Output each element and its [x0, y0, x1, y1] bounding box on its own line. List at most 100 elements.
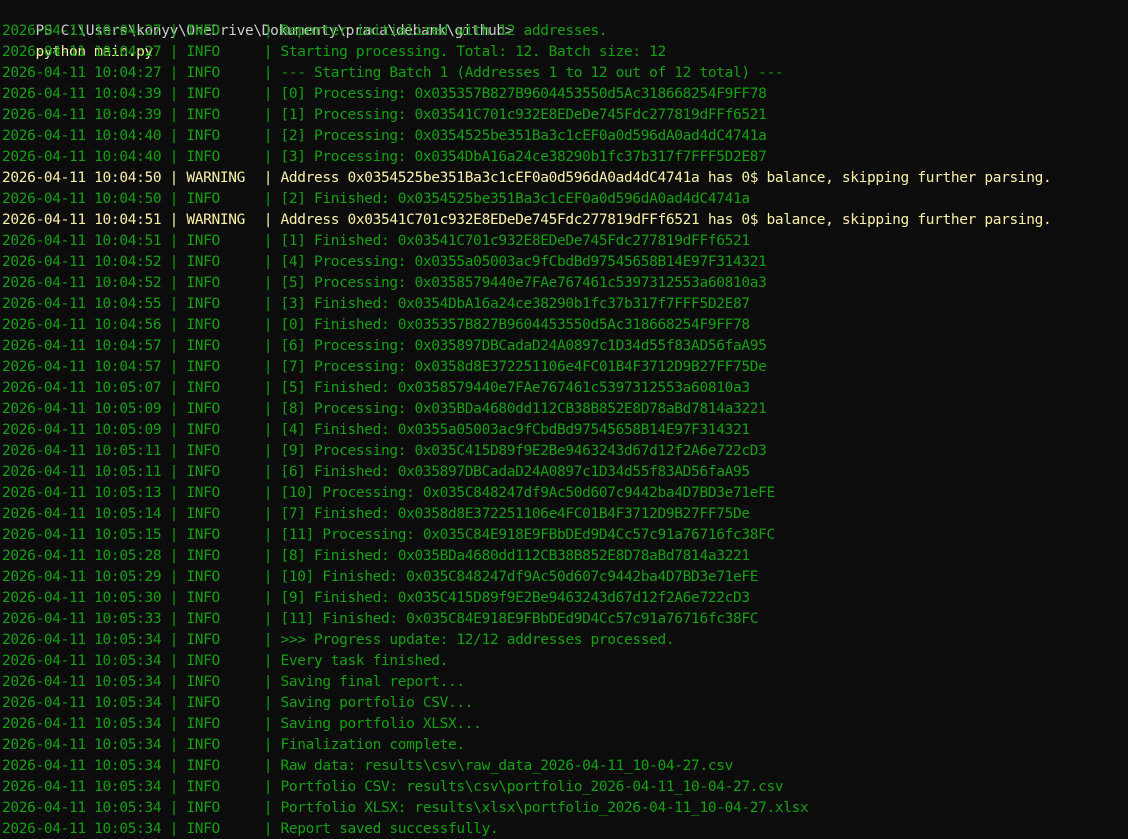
- log-message: [9] Processing: 0x035C415D89f9E2Be946324…: [280, 443, 767, 459]
- log-message: [2] Finished: 0x0354525be351Ba3c1cEF0a0d…: [280, 191, 750, 207]
- log-separator: |: [161, 254, 187, 270]
- log-line-info: 2026-04-11 10:05:34 | INFO | Every task …: [2, 651, 448, 672]
- log-separator: |: [161, 821, 187, 837]
- log-timestamp: 2026-04-11 10:04:39: [2, 86, 162, 102]
- log-separator: |: [161, 86, 187, 102]
- log-timestamp: 2026-04-11 10:05:28: [2, 548, 162, 564]
- log-timestamp: 2026-04-11 10:04:50: [2, 170, 162, 186]
- log-separator: |: [255, 611, 281, 627]
- log-level: INFO: [186, 758, 220, 774]
- log-separator: |: [255, 23, 281, 39]
- log-line-info: 2026-04-11 10:05:07 | INFO | [5] Finishe…: [2, 378, 750, 399]
- log-message: [5] Finished: 0x0358579440e7FAe767461c53…: [280, 380, 750, 396]
- log-separator: |: [255, 506, 281, 522]
- log-separator: |: [255, 275, 281, 291]
- log-separator: |: [255, 653, 281, 669]
- log-separator: |: [161, 506, 187, 522]
- log-level: INFO: [186, 632, 220, 648]
- log-timestamp: 2026-04-11 10:05:07: [2, 380, 162, 396]
- log-separator: |: [255, 401, 281, 417]
- log-separator: |: [255, 233, 281, 249]
- log-separator: |: [161, 23, 187, 39]
- log-separator: |: [255, 800, 281, 816]
- log-level: INFO: [186, 296, 220, 312]
- log-level: INFO: [186, 107, 220, 123]
- log-timestamp: 2026-04-11 10:04:57: [2, 359, 162, 375]
- log-timestamp: 2026-04-11 10:05:14: [2, 506, 162, 522]
- log-level: INFO: [186, 611, 220, 627]
- log-message: [6] Processing: 0x035897DBCadaD24A0897c1…: [280, 338, 767, 354]
- log-message: [3] Finished: 0x0354DbA16a24ce38290b1fc3…: [280, 296, 750, 312]
- log-separator: |: [255, 212, 281, 228]
- log-message: [2] Processing: 0x0354525be351Ba3c1cEF0a…: [280, 128, 767, 144]
- log-separator: |: [161, 317, 187, 333]
- log-message: Saving final report...: [280, 674, 465, 690]
- log-separator: |: [161, 275, 187, 291]
- log-separator: |: [255, 737, 281, 753]
- log-separator: |: [255, 254, 281, 270]
- log-separator: |: [161, 527, 187, 543]
- log-separator: |: [255, 821, 281, 837]
- log-timestamp: 2026-04-11 10:04:27: [2, 23, 162, 39]
- log-timestamp: 2026-04-11 10:04:27: [2, 65, 162, 81]
- log-separator: |: [255, 569, 281, 585]
- log-line-info: 2026-04-11 10:05:09 | INFO | [8] Process…: [2, 399, 767, 420]
- log-separator: |: [161, 800, 187, 816]
- log-message: [8] Finished: 0x035BDa4680dd112CB38B852E…: [280, 548, 750, 564]
- log-message: Starting processing. Total: 12. Batch si…: [280, 44, 666, 60]
- log-separator: |: [255, 359, 281, 375]
- log-level: INFO: [186, 695, 220, 711]
- log-line-info: 2026-04-11 10:04:55 | INFO | [3] Finishe…: [2, 294, 750, 315]
- log-separator: |: [255, 674, 281, 690]
- log-message: Saving portfolio CSV...: [280, 695, 474, 711]
- log-level: INFO: [186, 485, 220, 501]
- log-separator: |: [161, 233, 187, 249]
- log-separator: |: [255, 86, 281, 102]
- log-message: [10] Processing: 0x035C848247df9Ac50d607…: [280, 485, 775, 501]
- log-line-info: 2026-04-11 10:05:34 | INFO | Report save…: [2, 819, 499, 839]
- log-timestamp: 2026-04-11 10:05:34: [2, 695, 162, 711]
- log-separator: |: [161, 590, 187, 606]
- log-separator: |: [255, 107, 281, 123]
- log-level: INFO: [186, 149, 220, 165]
- log-level: INFO: [186, 464, 220, 480]
- log-level: WARNING: [186, 170, 246, 186]
- log-level: INFO: [186, 23, 220, 39]
- log-timestamp: 2026-04-11 10:05:34: [2, 758, 162, 774]
- prompt-line: PS C:\Users\konyy\OneDrive\Dokumenty\pra…: [2, 0, 514, 60]
- log-level: INFO: [186, 191, 220, 207]
- log-message: [10] Finished: 0x035C848247df9Ac50d607c9…: [280, 569, 759, 585]
- log-line-info: 2026-04-11 10:05:13 | INFO | [10] Proces…: [2, 483, 775, 504]
- log-message: [8] Processing: 0x035BDa4680dd112CB38B85…: [280, 401, 767, 417]
- log-separator: |: [161, 716, 187, 732]
- log-separator: |: [255, 191, 281, 207]
- log-line-info: 2026-04-11 10:05:11 | INFO | [6] Finishe…: [2, 462, 750, 483]
- log-separator: |: [255, 380, 281, 396]
- log-message: Address 0x03541C701c932E8EDeDe745Fdc2778…: [280, 212, 1052, 228]
- log-level: INFO: [186, 380, 220, 396]
- log-separator: |: [161, 737, 187, 753]
- log-separator: |: [161, 191, 187, 207]
- log-separator: |: [161, 464, 187, 480]
- log-separator: |: [255, 632, 281, 648]
- terminal-window[interactable]: PS C:\Users\konyy\OneDrive\Dokumenty\pra…: [0, 0, 1128, 839]
- log-message: [3] Processing: 0x0354DbA16a24ce38290b1f…: [280, 149, 767, 165]
- log-separator: |: [255, 296, 281, 312]
- log-timestamp: 2026-04-11 10:05:34: [2, 779, 162, 795]
- log-level: INFO: [186, 401, 220, 417]
- log-separator: |: [161, 65, 187, 81]
- log-message: [4] Processing: 0x0355a05003ac9fCbdBd975…: [280, 254, 767, 270]
- log-line-info: 2026-04-11 10:04:57 | INFO | [7] Process…: [2, 357, 767, 378]
- log-separator: |: [161, 779, 187, 795]
- log-separator: |: [255, 527, 281, 543]
- log-timestamp: 2026-04-11 10:04:56: [2, 317, 162, 333]
- log-separator: |: [255, 338, 281, 354]
- log-separator: |: [255, 128, 281, 144]
- log-timestamp: 2026-04-11 10:05:34: [2, 674, 162, 690]
- log-separator: |: [161, 338, 187, 354]
- log-line-info: 2026-04-11 10:04:56 | INFO | [0] Finishe…: [2, 315, 750, 336]
- log-line-info: 2026-04-11 10:04:40 | INFO | [2] Process…: [2, 126, 767, 147]
- log-separator: |: [161, 128, 187, 144]
- log-message: [1] Processing: 0x03541C701c932E8EDeDe74…: [280, 107, 767, 123]
- log-message: Portfolio CSV: results\csv\portfolio_202…: [280, 779, 784, 795]
